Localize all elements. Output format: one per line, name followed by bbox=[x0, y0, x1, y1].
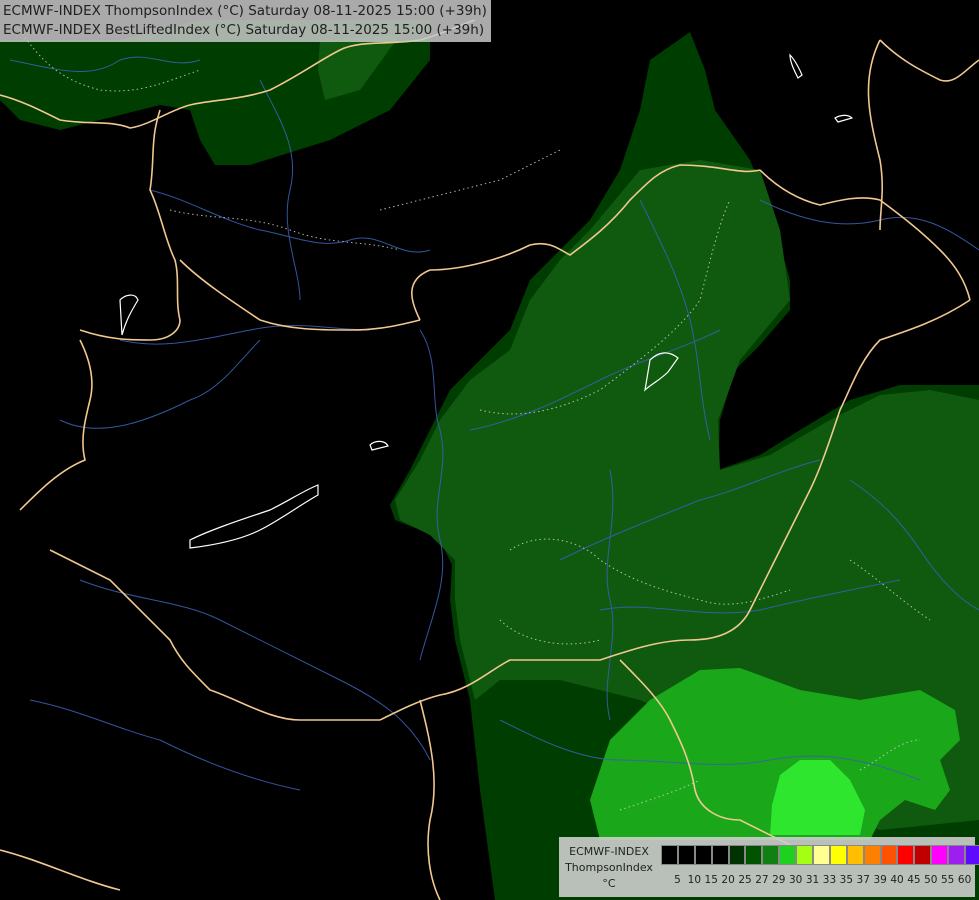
legend-swatch bbox=[813, 845, 830, 865]
legend-swatch bbox=[931, 845, 949, 865]
legend-tick-label: 50 bbox=[924, 874, 938, 886]
legend-swatch bbox=[728, 845, 746, 865]
legend-unit-label: °C bbox=[602, 877, 616, 890]
legend-swatches bbox=[661, 845, 979, 865]
legend-swatch bbox=[863, 845, 881, 865]
legend-swatch bbox=[677, 845, 695, 865]
legend-tick-label: 29 bbox=[772, 874, 786, 886]
legend-swatch bbox=[897, 845, 915, 865]
legend-ticks: 5 10 15 20 25 27 29 30 31 33 35 37 39 40 45 50 55 60 bbox=[669, 874, 973, 886]
legend-swatch bbox=[711, 845, 729, 865]
legend-index-label: ThompsonIndex bbox=[565, 861, 653, 874]
title-line-thompson: ECMWF-INDEX ThompsonIndex (°C) Saturday … bbox=[3, 3, 487, 19]
legend-swatch bbox=[796, 845, 814, 865]
legend-tick-label: 40 bbox=[890, 874, 904, 886]
title-line-bestlifted: ECMWF-INDEX BestLiftedIndex (°C) Saturda… bbox=[3, 22, 485, 38]
legend-swatch bbox=[880, 845, 898, 865]
legend-swatch bbox=[829, 845, 847, 865]
legend-tick-label: 33 bbox=[822, 874, 837, 886]
legend-tick-label: 45 bbox=[907, 874, 921, 886]
legend-tick-label: 31 bbox=[805, 874, 820, 886]
weather-map bbox=[0, 0, 979, 900]
legend-tick-label: 37 bbox=[856, 874, 870, 886]
legend-swatch bbox=[762, 845, 780, 865]
legend-tick-label: 55 bbox=[941, 874, 955, 886]
legend-swatch bbox=[694, 845, 712, 865]
legend-tick-label: 60 bbox=[957, 874, 972, 886]
legend-tick-label: 30 bbox=[788, 874, 803, 886]
legend-tick-label: 35 bbox=[839, 874, 854, 886]
legend-swatch bbox=[914, 845, 932, 865]
legend-tick-label: 39 bbox=[873, 874, 887, 886]
legend-tick-label: 10 bbox=[687, 874, 702, 886]
color-legend: ECMWF-INDEX ThompsonIndex °C 5 10 15 20 25 27… bbox=[559, 837, 979, 897]
legend-tick-label: 25 bbox=[738, 874, 752, 886]
legend-swatch bbox=[965, 845, 979, 865]
legend-tick-label: 20 bbox=[721, 874, 735, 886]
legend-swatch bbox=[846, 845, 864, 865]
legend-model-label: ECMWF-INDEX bbox=[569, 845, 649, 858]
legend-tick-label: 5 bbox=[674, 874, 681, 886]
map-title-box: ECMWF-INDEX ThompsonIndex (°C) Saturday … bbox=[0, 0, 491, 42]
legend-swatch bbox=[661, 845, 678, 865]
legend-swatch bbox=[745, 845, 763, 865]
legend-tick-label: 27 bbox=[755, 874, 769, 886]
legend-tick-label: 15 bbox=[704, 874, 718, 886]
legend-swatch bbox=[779, 845, 797, 865]
legend-swatch bbox=[948, 845, 966, 865]
